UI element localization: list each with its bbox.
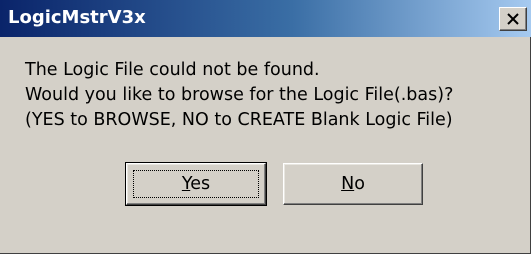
message-text: The Logic File could not be found. Would… <box>25 58 453 133</box>
no-button-label: No <box>341 174 365 194</box>
title-bar[interactable]: LogicMstrV3x <box>0 0 531 37</box>
no-button[interactable]: No <box>283 163 423 205</box>
window-title: LogicMstrV3x <box>8 7 146 28</box>
yes-button[interactable]: Yes <box>125 162 267 206</box>
message-line: (YES to BROWSE, NO to CREATE Blank Logic… <box>25 110 453 130</box>
message-line: Would you like to browse for the Logic F… <box>25 85 454 105</box>
close-icon <box>507 13 519 25</box>
close-button[interactable] <box>499 7 527 31</box>
message-line: The Logic File could not be found. <box>25 60 320 80</box>
message-dialog: LogicMstrV3x The Logic File could not be… <box>0 0 531 254</box>
yes-button-label: Yes <box>181 174 211 194</box>
